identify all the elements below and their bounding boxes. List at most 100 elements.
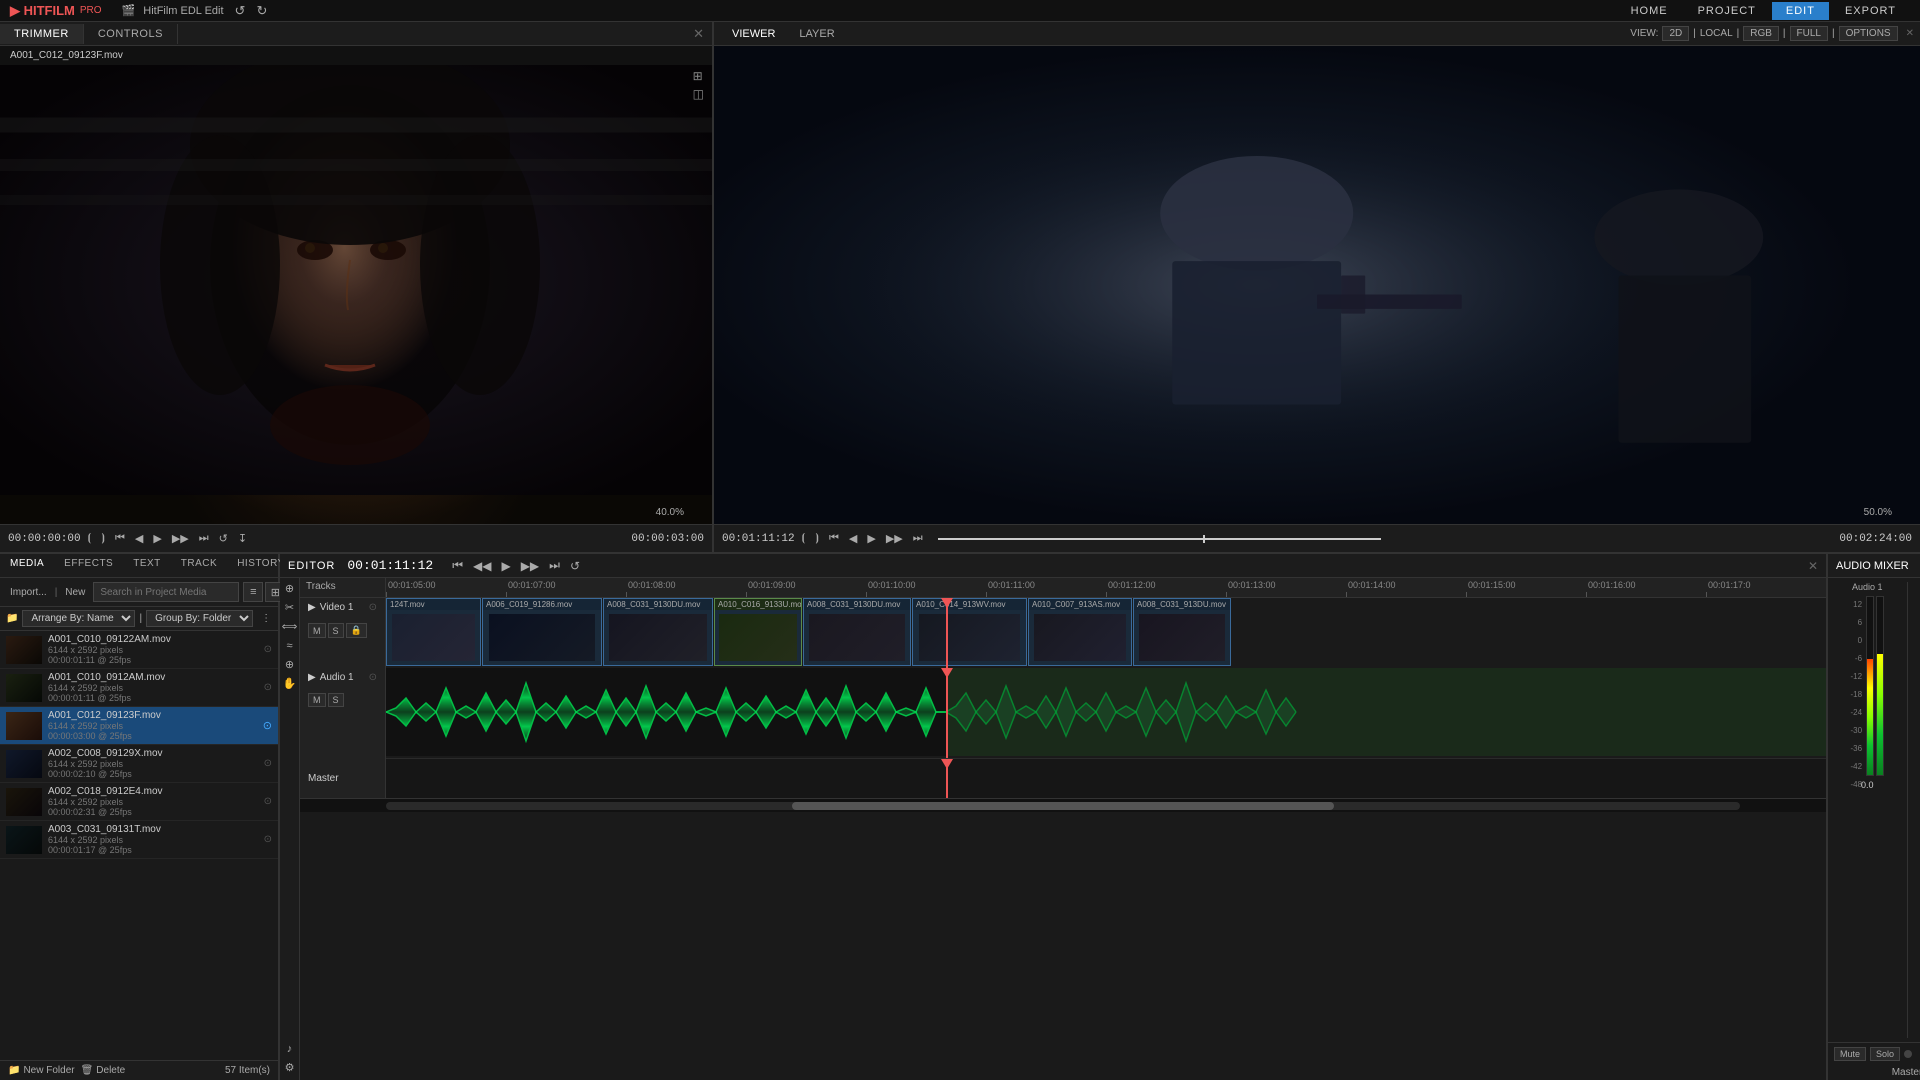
audio-track-toggle[interactable]: ▶ — [308, 672, 316, 683]
media-item[interactable]: A001_C010_0912AM.mov 6144 x 2592 pixels … — [0, 669, 278, 707]
prev-frame-btn[interactable]: ⏮ — [112, 530, 128, 547]
loop-btn[interactable]: ↺ — [216, 530, 231, 547]
tool-pan[interactable]: ✋ — [281, 677, 299, 692]
media-item-selected[interactable]: A001_C012_09123F.mov 6144 x 2592 pixels … — [0, 707, 278, 745]
full-btn[interactable]: FULL — [1790, 26, 1828, 41]
mute-button[interactable]: Mute — [1834, 1047, 1866, 1061]
tool-razor[interactable]: ✂ — [283, 601, 296, 616]
ed-back-btn[interactable]: ◀◀ — [470, 558, 494, 573]
arrange-dropdown[interactable]: Arrange By: Name — [22, 610, 135, 627]
media-item[interactable]: A002_C018_0912E4.mov 6144 x 2592 pixels … — [0, 783, 278, 821]
clip-item-active[interactable]: A010_C016_9133U.mov — [714, 598, 802, 666]
video-track-toggle[interactable]: ▶ — [308, 602, 316, 613]
ed-prev-btn[interactable]: ⏮ — [449, 558, 466, 573]
new-button[interactable]: New — [61, 585, 89, 600]
view-2d-btn[interactable]: 2D — [1662, 26, 1689, 41]
source-viewer-close[interactable]: ✕ — [685, 26, 712, 42]
next-frame-btn[interactable]: ⏭ — [196, 530, 212, 547]
prog-next-frame[interactable]: ⏭ — [910, 530, 926, 547]
prog-step-back[interactable]: ◀ — [846, 530, 860, 547]
clip-name: A008_C031_9130DU.mov — [804, 599, 910, 610]
tab-viewer[interactable]: VIEWER — [720, 25, 787, 43]
audio-track-options[interactable]: ⊙ — [369, 672, 377, 683]
indicator-light — [1904, 1050, 1912, 1058]
media-search-input[interactable] — [93, 582, 239, 602]
audio-waveform[interactable] — [386, 668, 1826, 756]
view-divider4: | — [1832, 28, 1835, 39]
ed-play-btn[interactable]: ▶ — [498, 558, 513, 573]
nav-edit[interactable]: EDIT — [1772, 2, 1829, 20]
mixer-content: Audio 1 12 6 0 -6 -12 -18 -24 -30 -36 — [1828, 578, 1920, 1042]
tab-text[interactable]: TEXT — [123, 554, 171, 577]
media-item[interactable]: A003_C031_09131T.mov 6144 x 2592 pixels … — [0, 821, 278, 859]
prog-mark-in[interactable]: ⦗ — [799, 530, 809, 547]
tool-select[interactable]: ⊕ — [283, 582, 296, 597]
rgb-btn[interactable]: RGB — [1743, 26, 1779, 41]
fader-track-l[interactable] — [1866, 596, 1874, 776]
nav-export[interactable]: EXPORT — [1831, 2, 1910, 20]
tab-layer[interactable]: LAYER — [787, 25, 846, 43]
scrollbar-track[interactable] — [386, 802, 1740, 810]
tool-rate[interactable]: ≈ — [284, 639, 294, 654]
scrollbar-thumb[interactable] — [792, 802, 1334, 810]
tool-zoom[interactable]: ⊕ — [283, 658, 296, 673]
media-item[interactable]: A001_C010_09122AM.mov 6144 x 2592 pixels… — [0, 631, 278, 669]
clip-item[interactable]: A008_C031_9130DU.mov — [803, 598, 911, 666]
undo-button[interactable]: ↺ — [232, 3, 249, 19]
insert-btn[interactable]: ↧ — [235, 530, 250, 547]
clip-item[interactable]: 124T.mov — [386, 598, 481, 666]
timeline-ruler[interactable]: 00:01:05:00 00:01:07:00 00:01:08:00 00:0… — [386, 578, 1826, 597]
prog-step-fwd[interactable]: ▶▶ — [883, 530, 906, 547]
prog-close-btn[interactable]: ✕ — [1906, 28, 1914, 39]
delete-btn[interactable]: 🗑 Delete — [81, 1065, 126, 1076]
prog-prev-frame[interactable]: ⏮ — [826, 530, 842, 547]
mark-out-btn[interactable]: ⦘ — [98, 530, 108, 547]
nav-home[interactable]: HOME — [1617, 2, 1682, 20]
timeline-scrollbar[interactable] — [300, 798, 1826, 812]
mark-in-btn[interactable]: ⦗ — [85, 530, 95, 547]
media-meta: 6144 x 2592 pixels — [48, 759, 258, 769]
nav-project[interactable]: PROJECT — [1684, 2, 1770, 20]
step-back-btn[interactable]: ◀ — [132, 530, 146, 547]
clip-item[interactable]: A008_C031_913DU.mov — [1133, 598, 1231, 666]
options-btn[interactable]: OPTIONS — [1839, 26, 1898, 41]
group-dropdown[interactable]: Group By: Folder — [146, 610, 253, 627]
ed-loop-btn[interactable]: ↺ — [567, 558, 583, 573]
ed-fwd-btn[interactable]: ▶▶ — [518, 558, 542, 573]
tool-slip[interactable]: ⟺ — [280, 620, 299, 635]
tab-controls[interactable]: CONTROLS — [84, 24, 178, 44]
arrange-options-btn[interactable]: ⋮ — [257, 611, 275, 626]
clip-item[interactable]: A006_C019_91286.mov — [482, 598, 602, 666]
editor-close[interactable]: ✕ — [1808, 559, 1818, 573]
tool-settings[interactable]: ⚙ — [283, 1061, 297, 1076]
audio-mute-btn[interactable]: M — [308, 693, 326, 707]
media-meta: 6144 x 2592 pixels — [48, 683, 258, 693]
source-timecode-left: 00:00:00:00 — [8, 533, 81, 545]
solo-button[interactable]: Solo — [1870, 1047, 1900, 1061]
media-item[interactable]: A002_C008_09129X.mov 6144 x 2592 pixels … — [0, 745, 278, 783]
tab-media[interactable]: MEDIA — [0, 554, 54, 577]
tab-trimmer[interactable]: TRIMMER — [0, 24, 84, 44]
play-btn[interactable]: ▶ — [150, 530, 164, 547]
video-mute-btn[interactable]: M — [308, 623, 326, 638]
audio-solo-btn[interactable]: S — [328, 693, 344, 707]
clip-item[interactable]: A010_C014_913WV.mov — [912, 598, 1027, 666]
redo-button[interactable]: ↻ — [253, 3, 270, 19]
fader-track-r[interactable] — [1876, 596, 1884, 776]
tab-track[interactable]: TRACK — [171, 554, 227, 577]
ed-next-btn[interactable]: ⏭ — [546, 558, 563, 573]
tool-audio-sync[interactable]: ♪ — [285, 1042, 295, 1057]
clip-item[interactable]: A008_C031_9130DU.mov — [603, 598, 713, 666]
list-view-btn[interactable]: ≡ — [243, 582, 263, 602]
new-folder-btn[interactable]: 📁 New Folder — [8, 1065, 75, 1076]
prog-play[interactable]: ▶ — [864, 530, 878, 547]
video-solo-btn[interactable]: S — [328, 623, 344, 638]
video-track-options[interactable]: ⊙ — [369, 602, 377, 613]
prog-mark-out[interactable]: ⦘ — [812, 530, 822, 547]
prog-playbar[interactable] — [938, 538, 1381, 540]
video-lock-btn[interactable]: 🔒 — [346, 623, 367, 638]
clip-item[interactable]: A010_C007_913AS.mov — [1028, 598, 1132, 666]
step-fwd-btn[interactable]: ▶▶ — [169, 530, 192, 547]
tab-effects[interactable]: EFFECTS — [54, 554, 123, 577]
import-button[interactable]: Import... — [6, 585, 51, 600]
